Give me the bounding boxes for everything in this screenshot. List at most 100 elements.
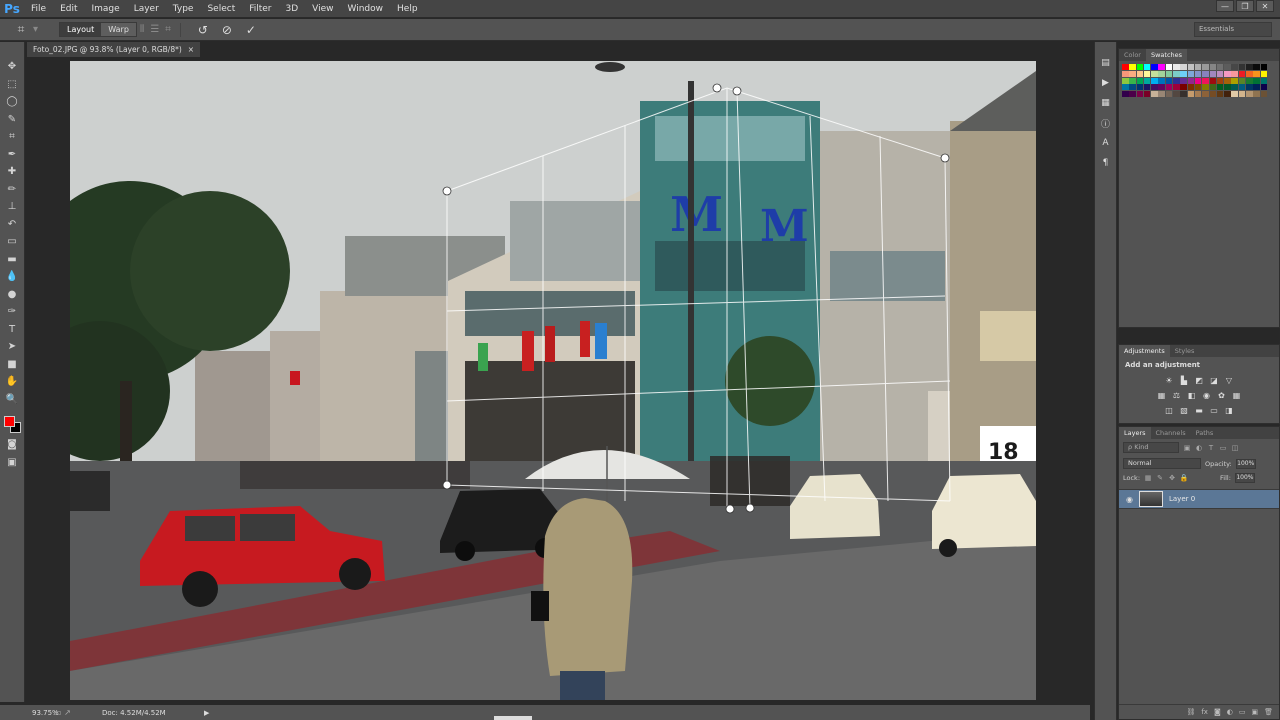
layout-mode-button[interactable]: Layout xyxy=(60,23,102,36)
add-mask-icon[interactable]: ◙ xyxy=(1214,708,1221,716)
color-swatch[interactable] xyxy=(1122,70,1129,77)
canvas-area[interactable]: M M 18 xyxy=(26,58,1090,704)
actions-panel-icon[interactable]: ▶ xyxy=(1099,76,1113,90)
menu-help[interactable]: Help xyxy=(390,0,425,18)
shape-filter-icon[interactable]: ▭ xyxy=(1219,444,1227,452)
color-swatch[interactable] xyxy=(1238,77,1246,84)
color-swatch[interactable] xyxy=(1151,64,1158,70)
color-swatch[interactable] xyxy=(1143,70,1151,77)
crop-tool-icon[interactable]: ⌗ xyxy=(3,128,21,146)
menu-edit[interactable]: Edit xyxy=(53,0,84,18)
channel-mixer-icon[interactable]: ✿ xyxy=(1216,390,1228,401)
color-swatch[interactable] xyxy=(1136,91,1144,98)
color-swatch[interactable] xyxy=(1136,70,1144,77)
color-swatch[interactable] xyxy=(1260,91,1268,98)
close-window-button[interactable]: ✕ xyxy=(1256,0,1274,12)
color-swatch[interactable] xyxy=(1143,64,1151,70)
lock-position-icon[interactable]: ✥ xyxy=(1168,474,1176,482)
eraser-tool-icon[interactable]: ▭ xyxy=(3,233,21,251)
lock-transparent-icon[interactable]: ▦ xyxy=(1144,474,1152,482)
marquee-tool-icon[interactable]: ⬚ xyxy=(3,76,21,94)
adjustment-filter-icon[interactable]: ◐ xyxy=(1195,444,1203,452)
menu-type[interactable]: Type xyxy=(166,0,201,18)
layer-kind-filter[interactable]: ρ Kind xyxy=(1123,442,1179,453)
color-swatch[interactable] xyxy=(1202,70,1209,77)
color-swatch[interactable] xyxy=(1216,64,1224,70)
tab-layers[interactable]: Layers xyxy=(1119,427,1151,439)
color-swatch[interactable] xyxy=(1194,70,1202,77)
color-swatch[interactable] xyxy=(1136,64,1144,70)
blend-mode-select[interactable]: Normal xyxy=(1123,458,1201,469)
color-swatch[interactable] xyxy=(1180,91,1187,98)
blur-tool-icon[interactable]: 💧 xyxy=(3,268,21,286)
color-swatch[interactable] xyxy=(1165,64,1173,70)
color-swatch[interactable] xyxy=(1122,77,1129,84)
layer-style-icon[interactable]: fx xyxy=(1201,708,1208,716)
color-swatch[interactable] xyxy=(1180,84,1187,91)
color-swatch[interactable] xyxy=(1187,84,1195,91)
color-swatch[interactable] xyxy=(1260,84,1268,91)
tab-channels[interactable]: Channels xyxy=(1151,427,1191,439)
layer-row[interactable]: ◉ Layer 0 xyxy=(1119,489,1279,509)
color-swatch[interactable] xyxy=(1194,91,1202,98)
color-swatch[interactable] xyxy=(1129,70,1136,77)
color-swatch[interactable] xyxy=(1246,70,1253,77)
gradient-tool-icon[interactable]: ▬ xyxy=(3,251,21,269)
type-tool-icon[interactable]: T xyxy=(3,321,21,339)
color-swatch[interactable] xyxy=(1143,84,1151,91)
color-swatch[interactable] xyxy=(1202,77,1209,84)
color-swatch[interactable] xyxy=(1253,84,1260,91)
color-swatch[interactable] xyxy=(1253,64,1260,70)
pixel-filter-icon[interactable]: ▣ xyxy=(1183,444,1191,452)
color-swatch[interactable] xyxy=(1246,64,1253,70)
color-swatch[interactable] xyxy=(1194,84,1202,91)
workspace-select[interactable]: Essentials xyxy=(1194,22,1272,37)
posterize-icon[interactable]: ▧ xyxy=(1178,405,1190,416)
color-swatch[interactable] xyxy=(1202,84,1209,91)
dodge-tool-icon[interactable]: ● xyxy=(3,286,21,304)
color-swatch[interactable] xyxy=(1224,91,1231,98)
move-tool-icon[interactable]: ✥ xyxy=(3,58,21,76)
color-swatch[interactable] xyxy=(1129,64,1136,70)
warp-mode-button[interactable]: Warp xyxy=(101,23,136,36)
color-swatch[interactable] xyxy=(1253,91,1260,98)
color-swatch[interactable] xyxy=(1173,64,1180,70)
fill-field[interactable]: 100% xyxy=(1234,473,1255,483)
menu-3d[interactable]: 3D xyxy=(279,0,306,18)
color-swatch[interactable] xyxy=(1216,91,1224,98)
color-swatch[interactable] xyxy=(1151,70,1158,77)
tab-color[interactable]: Color xyxy=(1119,49,1146,61)
color-balance-icon[interactable]: ⚖ xyxy=(1171,390,1183,401)
color-swatch[interactable] xyxy=(1231,77,1238,84)
color-swatch[interactable] xyxy=(1187,91,1195,98)
shape-tool-icon[interactable]: ■ xyxy=(3,356,21,374)
crop-tool-icon[interactable]: ⌗ xyxy=(12,21,30,39)
healing-brush-tool-icon[interactable]: ✚ xyxy=(3,163,21,181)
color-swatch[interactable] xyxy=(1136,84,1144,91)
color-swatch[interactable] xyxy=(1209,77,1217,84)
menu-window[interactable]: Window xyxy=(341,0,391,18)
color-swatch[interactable] xyxy=(1173,77,1180,84)
gradient-map-icon[interactable]: ▭ xyxy=(1208,405,1220,416)
threshold-icon[interactable]: ▬ xyxy=(1193,405,1205,416)
commit-transform-icon[interactable]: ✓ xyxy=(243,22,259,38)
color-swatch[interactable] xyxy=(1209,84,1217,91)
history-panel-icon[interactable]: ▤ xyxy=(1099,56,1113,70)
color-swatch[interactable] xyxy=(1231,91,1238,98)
reset-icon[interactable]: ↺ xyxy=(195,22,211,38)
color-swatch[interactable] xyxy=(1173,91,1180,98)
lock-all-icon[interactable]: 🔒 xyxy=(1180,474,1189,482)
menu-image[interactable]: Image xyxy=(85,0,127,18)
color-swatch[interactable] xyxy=(1202,64,1209,70)
color-swatch[interactable] xyxy=(1238,70,1246,77)
black-white-icon[interactable]: ◧ xyxy=(1186,390,1198,401)
new-layer-icon[interactable]: ▣ xyxy=(1251,708,1258,716)
color-swatch[interactable] xyxy=(1209,91,1217,98)
color-swatch[interactable] xyxy=(1194,64,1202,70)
brush-tool-icon[interactable]: ✏ xyxy=(3,181,21,199)
eyedropper-tool-icon[interactable]: ✒ xyxy=(3,146,21,164)
properties-panel-icon[interactable]: ▦ xyxy=(1099,96,1113,110)
tab-adjustments[interactable]: Adjustments xyxy=(1119,345,1170,357)
foreground-color-swatch[interactable] xyxy=(4,416,15,427)
exposure-icon[interactable]: ◪ xyxy=(1208,375,1220,386)
